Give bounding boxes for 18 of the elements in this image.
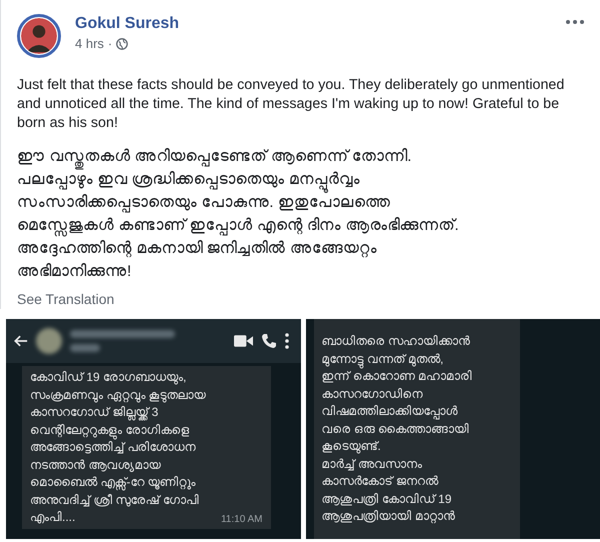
post-time[interactable]: 4 hrs [75,36,104,51]
back-arrow-icon [14,334,28,348]
message-text: ബാധിതരെ സഹായിക്കാൻ മുന്നോട്ടു വന്നത് മുതൽ, ഇന്ന് കൊറോണ മഹാമാരി കാസറഗോഡിനെ വിഷമത്തിലാക്കിയപ്പോൾ വരെ ഒരു കൈത്താങ്ങായി കൂടെയുണ്ട്. മാർച്ച് അവസാനം കാസർകോട് ജനറൽ ആശുപത്രി കോവിഡ് 19 ആശുപത്രിയായി മാറ്റാൻ [322,333,474,526]
blurred-avatar [36,328,62,354]
post-text-malayalam: ഈ വസ്തുതകൾ അറിയപ്പെടേണ്ടത് ആണെന്ന് തോന്നി. പലപ്പോഴും ഇവ ശ്രദ്ധിക്കപ്പെടാതെയും മനപ്പൂർവ്വം സംസാരിക്കപ്പെടാതെയും പോകുന്നു. ഇതുപോലത്തെ മെസ്സേജുകൾ കണ്ടാണ് ഇപ്പോൾ എന്റെ ദിനം ആരംഭിക്കുന്നത്. അദ്ദേഹത്തിന്റെ മകനായി ജനിച്ചതിൽ അങ്ങേയറ്റം അഭിമാനിക്കുന്നു! [17,147,460,282]
video-camera-icon [234,335,252,347]
avatar[interactable] [17,14,61,58]
see-translation-link[interactable]: See Translation [17,291,114,307]
more-options-icon[interactable] [566,20,584,24]
author-name[interactable]: Gokul Suresh [75,15,180,33]
globe-icon [116,38,128,50]
separator-dot: · [108,36,112,51]
phone-icon [260,333,276,349]
post-text: Just felt that these facts should be conveyed to you. They deliberately go unmentioned and unnoticed all the time. The kind of messages I'm waking up to now! Grateful to be born as his son! [17,76,566,133]
message-text: കോവിഡ് 19 രോഗബാധയും, സംക്രമണവും ഏറ്റവും കൂടുതലായ കാസറഗോഡ് ജില്ലയ്ക്ക് 3 വെന്റിലേറ്ററുകളും രോഗികളെ അങ്ങോട്ടെത്തിച്ച് പരിശോധന നടത്താൻ ആവശ്യമായ മൊബൈൽ എക്സ്-റേ യൂണിറ്റും അനുവദിച്ച് ശ്രീ സുരേഷ് ഗോപി എംപി.... [30,369,206,526]
menu-icon [284,333,288,349]
message-time: 11:10 AM [220,512,262,526]
blurred-status [70,344,100,352]
